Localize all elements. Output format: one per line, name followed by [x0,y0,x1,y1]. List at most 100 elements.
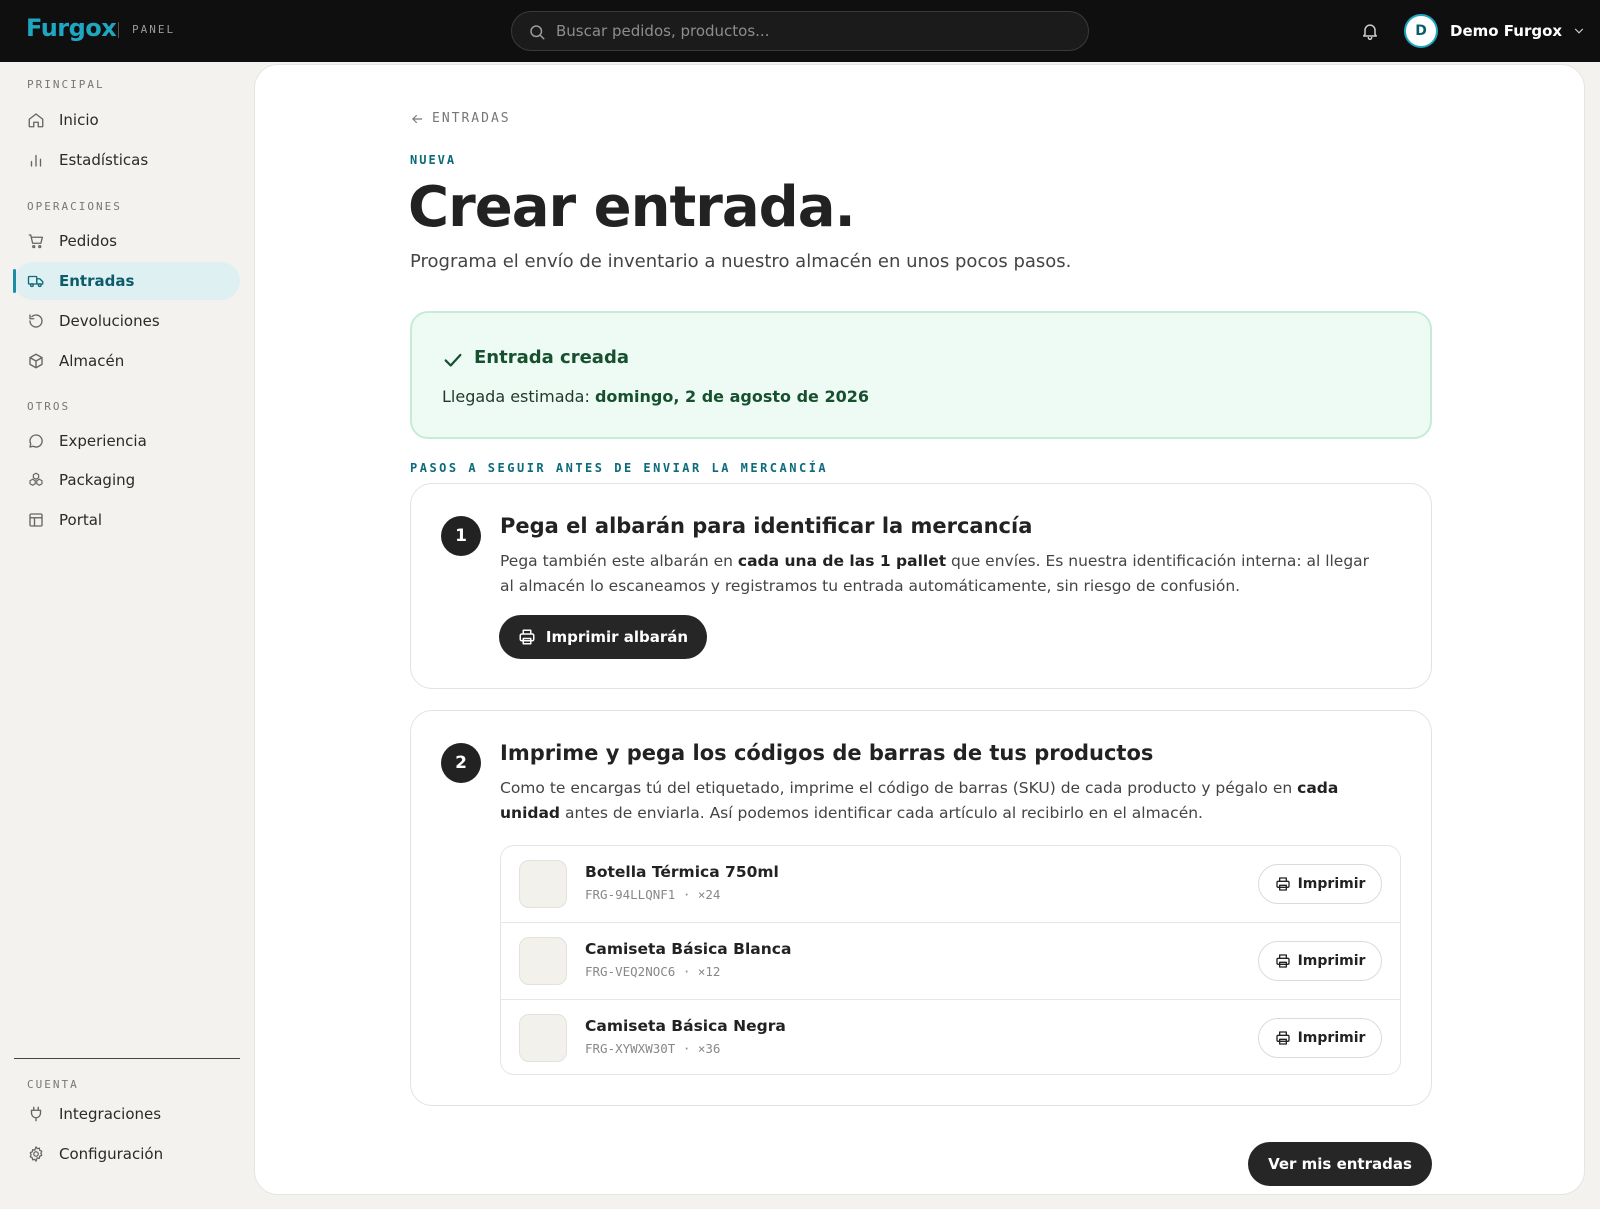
product-sku: FRG-VEQ2NOC6 · ×12 [585,964,721,979]
home-icon [28,113,44,128]
sidebar-item-estadisticas[interactable]: Estadísticas [14,141,240,179]
sidebar-item-label: Experiencia [59,432,147,450]
arrival-line: Llegada estimada: domingo, 2 de agosto d… [442,387,869,406]
eyebrow-label: NUEVA [410,153,457,167]
furgox-logo[interactable]: Furgox [26,14,117,42]
plug-icon [30,1106,42,1122]
back-link[interactable]: ENTRADAS [410,111,511,126]
step-text: antes de enviarla. Así podemos identific… [560,804,1203,822]
button-label: Imprimir [1297,953,1366,969]
search-icon [530,25,545,40]
sidebar-item-integraciones[interactable]: Integraciones [14,1095,240,1133]
printer-icon [1275,954,1290,968]
step-text: Como te encargas tú del etiquetado, impr… [500,779,1298,797]
sidebar-item-label: Configuración [59,1145,164,1163]
sidebar: PRINCIPAL Inicio Estadísticas OPERACIONE… [0,62,254,1209]
step-number: 1 [441,516,481,556]
step-title: Imprime y pega los códigos de barras de … [500,741,1154,765]
search-bar[interactable] [511,11,1089,51]
step-text-bold: cada una de las 1 pallet [737,552,947,570]
button-label: Ver mis entradas [1268,1155,1412,1173]
top-bar: Furgox PANEL D Demo Furgox [0,0,1600,62]
sidebar-item-label: Devoluciones [59,312,160,330]
sidebar-item-portal[interactable]: Portal [14,501,240,539]
product-thumbnail [519,860,567,908]
product-list: Botella Térmica 750ml FRG-94LLQNF1 · ×24… [500,845,1401,1075]
arrival-label: Llegada estimada: [442,387,595,406]
sidebar-item-experiencia[interactable]: Experiencia [14,422,240,460]
steps-heading: PASOS A SEGUIR ANTES DE ENVIAR LA MERCAN… [410,461,829,475]
check-icon [444,353,462,367]
step-text: Pega también este albarán en [500,552,738,570]
print-barcode-button[interactable]: Imprimir [1258,1018,1382,1058]
button-label: Imprimir albarán [545,628,689,646]
user-name: Demo Furgox [1450,22,1563,40]
printer-icon [519,629,535,645]
button-label: Imprimir [1297,876,1366,892]
sidebar-item-devoluciones[interactable]: Devoluciones [14,302,240,340]
page-title: Crear entrada. [408,175,856,240]
panel-label: PANEL [132,23,176,36]
sidebar-section-otros: OTROS [27,400,71,413]
step-1-card: 1 Pega el albarán para identificar la me… [410,483,1432,689]
chevron-down-icon [1574,28,1584,34]
sidebar-item-label: Portal [59,511,103,529]
list-item: Camiseta Básica Negra FRG-XYWXW30T · ×36… [501,1000,1400,1074]
print-barcode-button[interactable]: Imprimir [1258,864,1382,904]
boxes-icon [29,472,43,486]
print-delivery-note-button[interactable]: Imprimir albarán [499,615,707,659]
printer-icon [1275,1031,1290,1045]
product-sku: FRG-XYWXW30T · ×36 [585,1041,721,1056]
sidebar-item-label: Estadísticas [59,151,149,169]
product-name: Botella Térmica 750ml [585,863,779,881]
sidebar-item-almacen[interactable]: Almacén [14,342,240,380]
sidebar-item-pedidos[interactable]: Pedidos [14,222,240,260]
step-number: 2 [441,743,481,783]
cart-icon [28,234,44,249]
step-title: Pega el albarán para identificar la merc… [500,514,1033,538]
sidebar-item-configuracion[interactable]: Configuración [14,1135,240,1173]
print-barcode-button[interactable]: Imprimir [1258,941,1382,981]
list-item: Botella Térmica 750ml FRG-94LLQNF1 · ×24… [501,846,1400,922]
layout-icon [29,513,43,527]
product-name: Camiseta Básica Blanca [585,940,792,958]
sidebar-section-operaciones: OPERACIONES [27,200,122,213]
arrival-date: domingo, 2 de agosto de 2026 [594,387,869,406]
printer-icon [1275,877,1290,891]
page-subtitle: Programa el envío de inventario a nuestr… [410,251,1072,272]
truck-icon [27,275,44,288]
active-indicator [13,269,16,293]
product-sku: FRG-94LLQNF1 · ×24 [585,887,721,902]
chat-icon [29,434,43,448]
bell-icon[interactable] [1360,21,1380,41]
arrow-left-icon [412,114,423,123]
sidebar-item-packaging[interactable]: Packaging [14,461,240,499]
user-menu[interactable]: D Demo Furgox [1404,13,1586,49]
avatar: D [1404,14,1438,48]
sidebar-item-label: Pedidos [59,232,117,250]
bar-chart-icon [30,154,42,167]
sidebar-item-label: Almacén [59,352,125,370]
button-label: Imprimir [1297,1030,1366,1046]
list-item: Camiseta Básica Blanca FRG-VEQ2NOC6 · ×1… [501,923,1400,999]
sidebar-item-label: Packaging [59,471,136,489]
sidebar-divider [14,1058,240,1059]
success-banner: Entrada creada Llegada estimada: domingo… [410,311,1432,439]
success-title: Entrada creada [474,347,629,368]
product-thumbnail [519,1014,567,1062]
product-name: Camiseta Básica Negra [585,1017,786,1035]
search-input[interactable] [556,12,1076,50]
return-icon [29,314,43,328]
step-description: Pega también este albarán en cada una de… [500,549,1380,599]
sidebar-item-label: Integraciones [59,1105,162,1123]
gear-icon [29,1146,43,1162]
sidebar-item-label: Inicio [59,111,99,129]
sidebar-item-label: Entradas [59,272,135,290]
view-entries-button[interactable]: Ver mis entradas [1248,1142,1432,1186]
sidebar-item-entradas[interactable]: Entradas [13,262,240,300]
back-link-label: ENTRADAS [432,111,511,126]
box-icon [29,353,43,369]
step-description: Como te encargas tú del etiquetado, impr… [500,776,1380,826]
step-2-card: 2 Imprime y pega los códigos de barras d… [410,710,1432,1106]
sidebar-item-inicio[interactable]: Inicio [14,101,240,139]
